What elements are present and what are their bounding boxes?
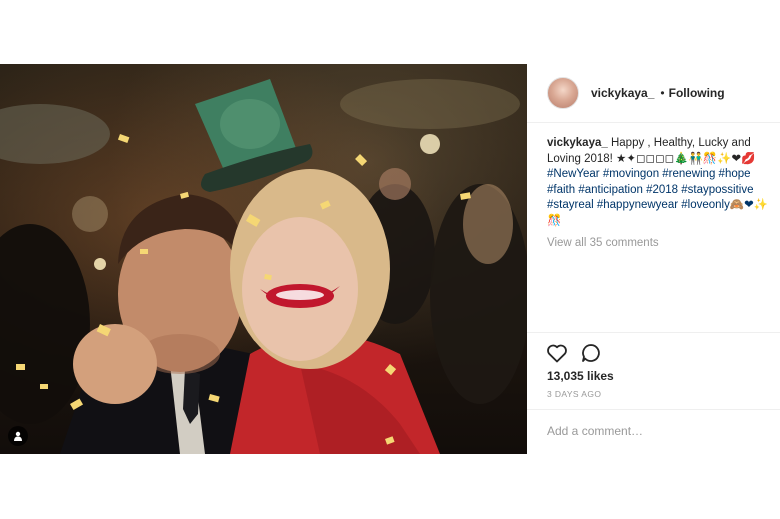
comment-bubble-icon[interactable] bbox=[579, 341, 603, 365]
instagram-post: vickykaya_ • Following vickykaya_ Happy … bbox=[0, 64, 780, 454]
post-actions: 13,035 likes 3 DAYS AGO bbox=[527, 332, 780, 453]
following-button[interactable]: Following bbox=[669, 86, 725, 100]
photo-illustration bbox=[0, 79, 527, 454]
avatar[interactable] bbox=[547, 77, 579, 109]
comment-input[interactable] bbox=[547, 424, 762, 438]
post-timestamp: 3 DAYS AGO bbox=[547, 389, 602, 399]
tagged-people-button[interactable] bbox=[8, 426, 28, 446]
header-separator: • bbox=[660, 86, 665, 100]
header-username[interactable]: vickykaya_ bbox=[591, 86, 654, 100]
person-tag-icon bbox=[14, 431, 22, 441]
post-caption: vickykaya_ Happy , Healthy, Lucky and Lo… bbox=[547, 136, 772, 229]
action-icons bbox=[545, 341, 603, 365]
comment-box bbox=[527, 409, 780, 454]
likes-count[interactable]: 13,035 likes bbox=[547, 369, 614, 383]
post-header: vickykaya_ • Following bbox=[527, 64, 780, 123]
post-photo[interactable] bbox=[0, 64, 527, 454]
post-sidebar: vickykaya_ • Following vickykaya_ Happy … bbox=[527, 64, 780, 454]
caption-username[interactable]: vickykaya_ bbox=[547, 137, 608, 149]
caption-hashtags[interactable]: #NewYear #movingon #renewing #hope #fait… bbox=[547, 168, 768, 227]
view-all-comments-link[interactable]: View all 35 comments bbox=[547, 237, 659, 249]
heart-icon[interactable] bbox=[545, 341, 569, 365]
